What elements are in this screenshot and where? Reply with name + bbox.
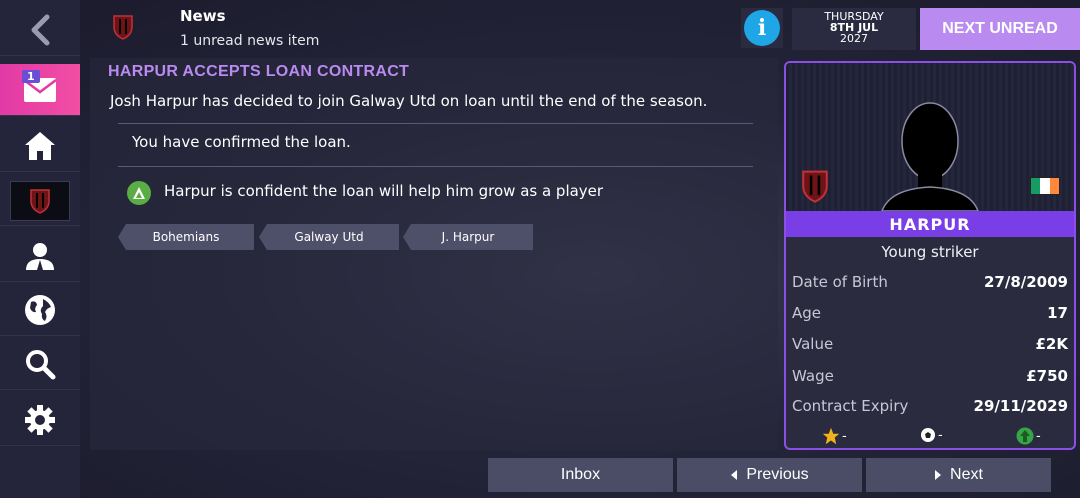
divider [118,166,753,167]
player-photo [786,63,1074,211]
player-growth: - [1016,427,1041,445]
tag-club-parent[interactable]: Bohemians [118,224,254,250]
attr-value: 27/8/2009 [983,273,1068,291]
home-icon [25,131,55,160]
ireland-flag-icon [1030,177,1060,195]
attr-value: £2K [1035,335,1069,353]
next-unread-button[interactable]: NEXT UNREAD [920,8,1080,50]
club-crest-icon [113,15,133,40]
sidebar-item-settings[interactable] [0,394,80,446]
next-button[interactable]: Next [866,458,1051,492]
club-crest-icon [802,170,828,203]
back-button[interactable] [0,4,80,56]
attr-label: Wage [792,367,834,385]
ball-icon [921,428,935,442]
player-attr-contract: Contract Expiry 29/11/2029 [792,397,1068,415]
attr-value: £750 [1026,367,1068,385]
article-headline: HARPUR ACCEPTS LOAN CONTRACT [108,63,410,80]
divider [118,123,753,124]
player-match-stat: - [920,427,943,443]
growth-value: - [1036,428,1041,444]
player-attr-wage: Wage £750 [792,367,1068,385]
article-body: Josh Harpur has decided to join Galway U… [110,92,708,110]
attr-label: Contract Expiry [792,397,909,415]
player-attr-dob: Date of Birth 27/8/2009 [792,273,1068,291]
tag-player[interactable]: J. Harpur [403,224,533,250]
manager-icon [26,242,54,271]
sidebar-item-world[interactable] [0,284,80,336]
club-crest-icon [30,188,50,214]
back-icon [31,14,50,45]
morale-up-icon [127,181,151,205]
info-button[interactable]: i [741,8,783,48]
globe-icon [25,294,55,325]
sidebar-item-search[interactable] [0,338,80,390]
caret-right-icon [935,470,942,480]
inbox-badge: 1 [22,70,40,83]
previous-button-label: Previous [746,466,809,483]
rating-value: - [842,428,847,444]
page-title: News [180,7,226,25]
ball-value: - [938,427,943,443]
info-icon: i [744,10,780,46]
sidebar-item-club[interactable] [0,176,80,226]
player-attr-age: Age 17 [792,304,1068,322]
player-rating: - [822,427,847,445]
player-role: Young striker [881,243,979,261]
tag-club-loan[interactable]: Galway Utd [259,224,399,250]
attr-label: Age [792,304,822,322]
next-button-label: Next [950,466,983,483]
player-card[interactable]: HARPUR Young striker Date of Birth 27/8/… [784,61,1076,450]
sidebar-item-home[interactable] [0,120,80,172]
page-subtitle: 1 unread news item [180,33,320,49]
inbox-button[interactable]: Inbox [488,458,673,492]
news-article-panel [90,58,778,450]
player-silhouette-icon [881,102,979,211]
player-attr-value: Value £2K [792,335,1068,353]
previous-button[interactable]: Previous [677,458,862,492]
morale-text: Harpur is confident the loan will help h… [164,182,604,200]
search-icon [26,349,56,379]
attr-value: 17 [1047,304,1068,322]
attr-value: 29/11/2029 [973,397,1068,415]
star-icon [822,427,840,445]
date-display: THURSDAY 8TH JUL 2027 [792,8,916,50]
article-confirmation: You have confirmed the loan. [132,133,351,151]
growth-arrow-icon [1016,427,1034,445]
attr-label: Date of Birth [792,273,888,291]
info-glyph: i [757,15,767,41]
settings-icon [25,404,55,435]
player-name: HARPUR [786,211,1074,237]
date-year: 2027 [840,32,868,45]
sidebar: 1 [0,0,80,498]
caret-left-icon [731,470,738,480]
sidebar-item-manager[interactable] [0,230,80,282]
sidebar-item-inbox[interactable]: 1 [0,64,80,116]
attr-label: Value [792,335,834,353]
inbox-button-label: Inbox [560,466,601,483]
